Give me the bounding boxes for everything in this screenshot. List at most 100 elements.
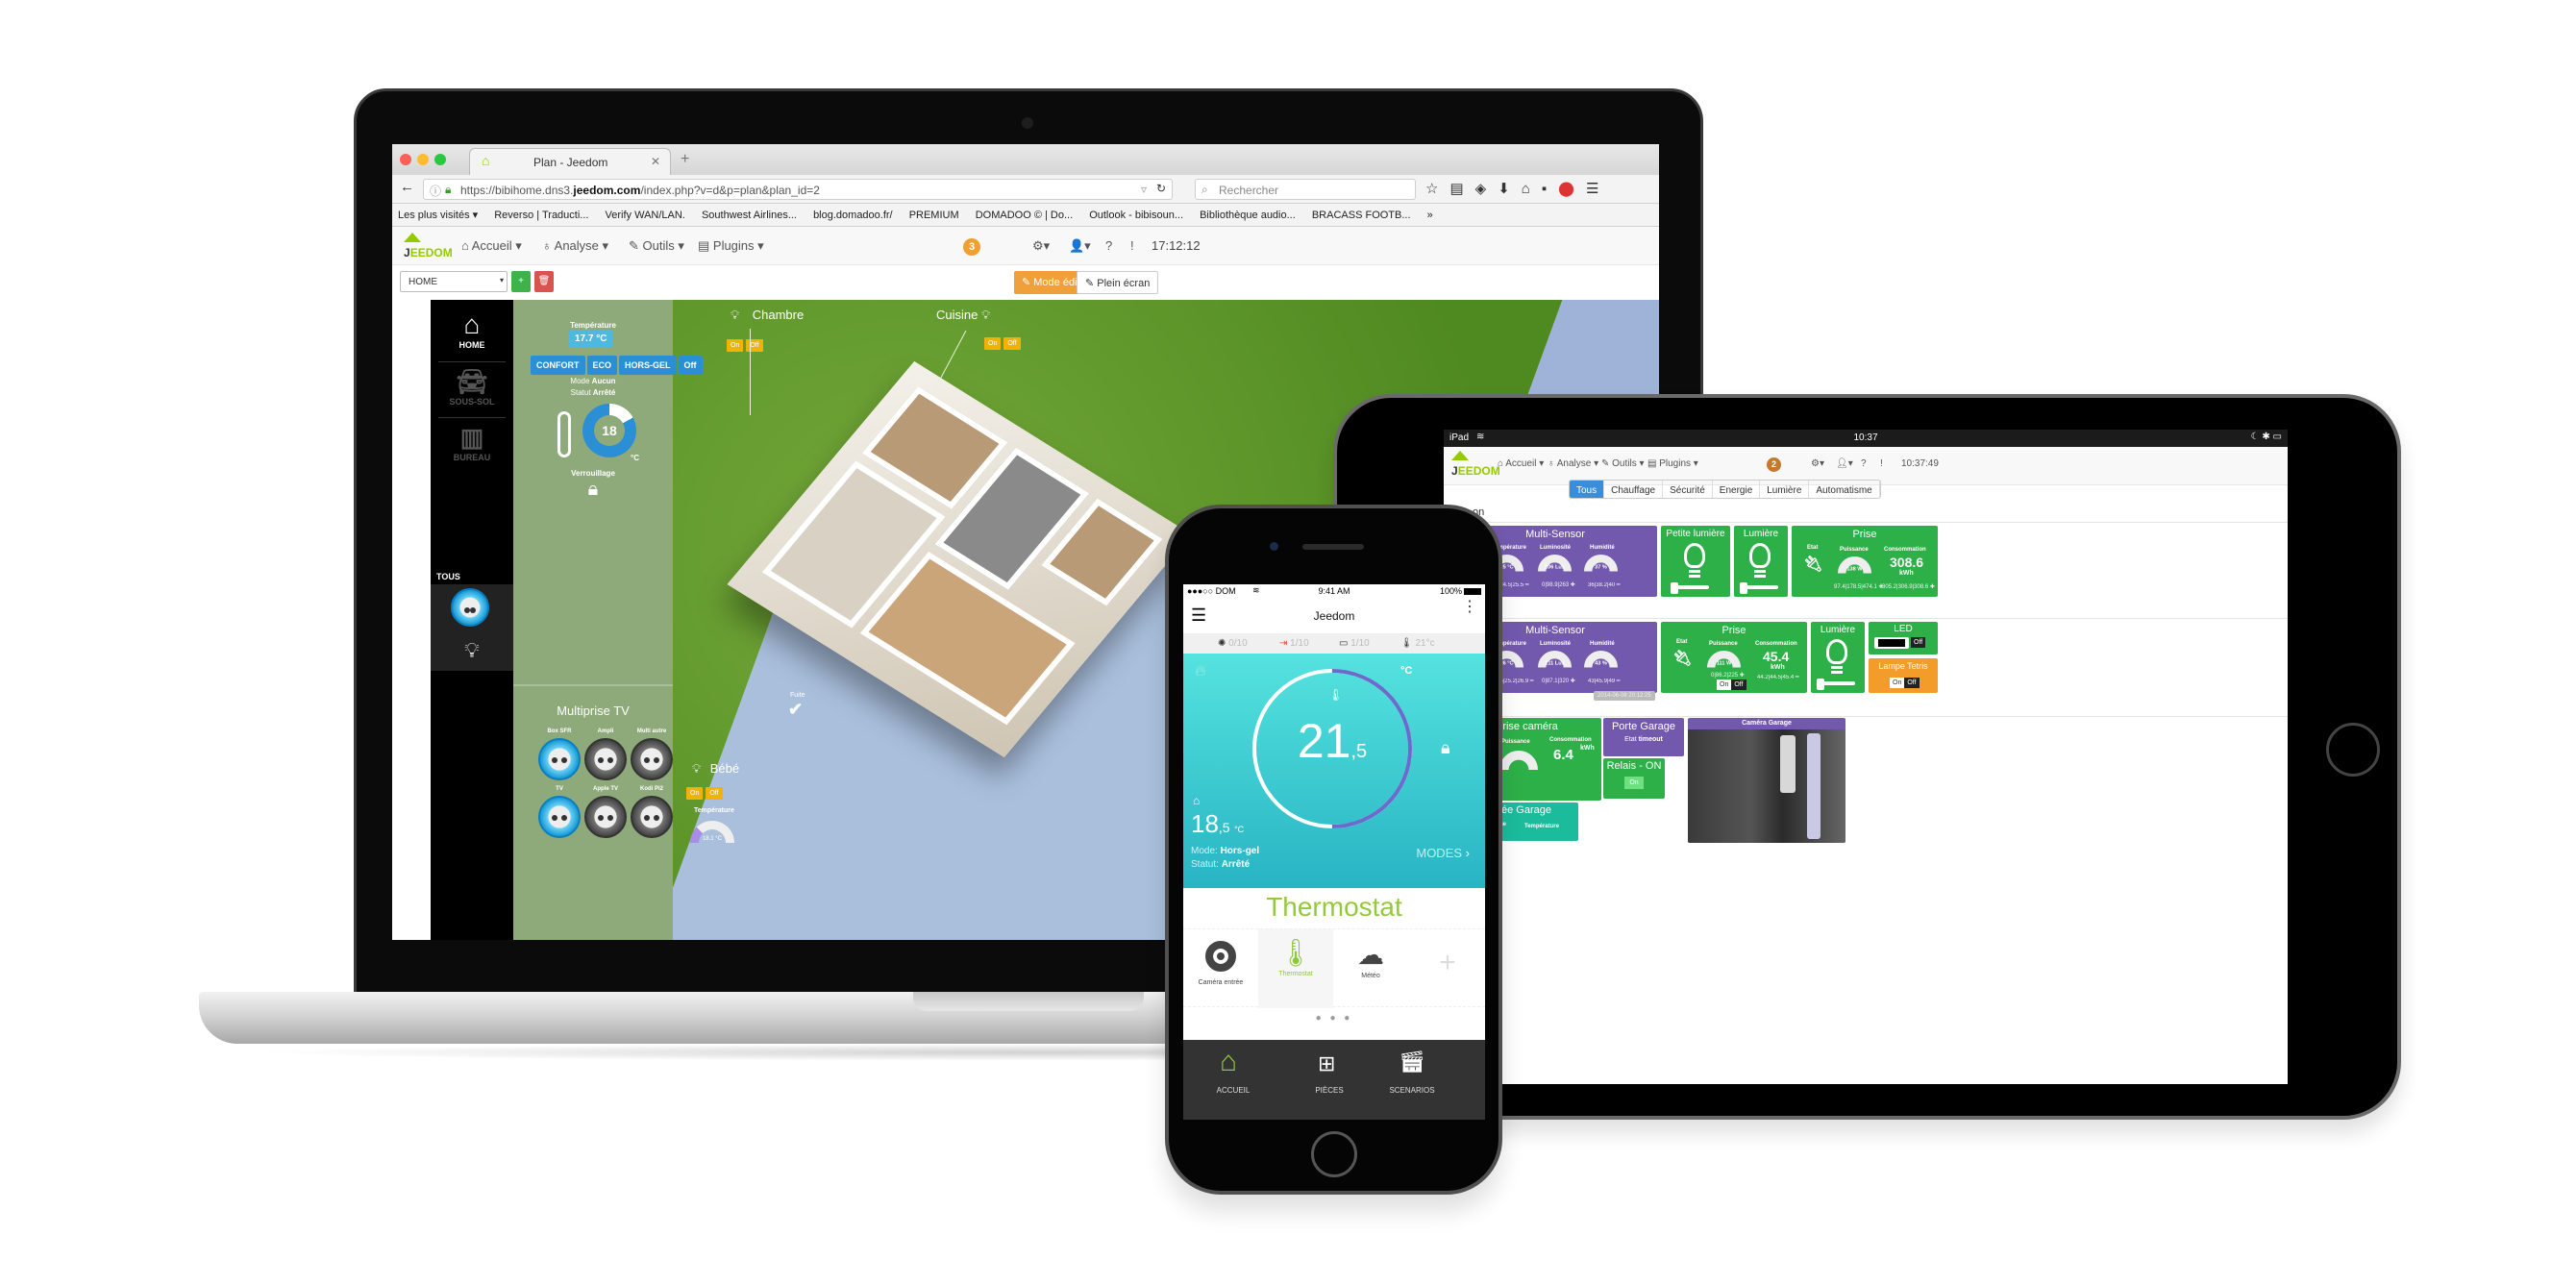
home-tab-icon[interactable]: ⌂ — [1220, 1046, 1237, 1078]
side-outlet-item[interactable] — [431, 584, 513, 632]
mode-confort-button[interactable]: CONFORT — [531, 356, 585, 375]
led-color-picker[interactable] — [1874, 637, 1909, 649]
plan-select[interactable]: HOME ▾ — [400, 271, 508, 292]
light-bulb-icon[interactable]: 💡︎ — [981, 308, 990, 322]
brightness-slider[interactable] — [1817, 679, 1855, 690]
close-tab-icon[interactable]: ✕ — [651, 155, 660, 168]
settings-gear-icon[interactable]: ⚙▾ — [1811, 458, 1824, 469]
filter-energie[interactable]: Energie — [1713, 481, 1761, 498]
clapperboard-icon[interactable]: 🎬︎ — [1399, 1049, 1425, 1074]
prise-tile[interactable]: Prise Etat 🔌︎ Puissance 138 W 97.4|178.5… — [1792, 526, 1938, 597]
minimize-window-button[interactable] — [417, 154, 429, 165]
camera-feed[interactable] — [1688, 729, 1845, 843]
chambre-on-button[interactable]: On — [727, 339, 744, 352]
filter-securite[interactable]: Sécurité — [1663, 481, 1713, 498]
help-icon[interactable]: ? — [1105, 238, 1112, 253]
bookmark-item[interactable]: Reverso | Traducti... — [494, 210, 588, 221]
cuisine-off-button[interactable]: Off — [1003, 337, 1021, 350]
new-tab-button[interactable]: + — [681, 151, 689, 168]
user-icon[interactable]: 👤︎▾ — [1836, 458, 1853, 469]
outlet-toggle[interactable] — [538, 796, 581, 838]
bookmark-item[interactable]: Outlook - bibisoun... — [1089, 210, 1183, 221]
brightness-slider[interactable] — [1740, 582, 1778, 594]
more-options-icon[interactable]: ⋮ — [1462, 600, 1477, 615]
download-icon[interactable]: ⬇ — [1498, 181, 1522, 197]
notification-badge[interactable]: 2 — [1767, 457, 1781, 472]
chambre-off-button[interactable]: Off — [746, 339, 763, 352]
mode-eco-button[interactable]: ECO — [586, 356, 618, 375]
side-nav-sous-sol[interactable]: 🚘︎ SOUS-SOL — [431, 367, 513, 407]
relais-tile[interactable]: Relais - ON On — [1603, 758, 1665, 799]
page-indicator[interactable]: ● ● ● — [1183, 1013, 1485, 1024]
close-window-button[interactable] — [400, 154, 411, 165]
bookmark-item[interactable]: blog.domadoo.fr/ — [813, 210, 893, 221]
extension-icon[interactable]: ▪ — [1542, 181, 1558, 197]
user-icon[interactable]: 👤▾ — [1069, 238, 1091, 254]
alert-icon[interactable]: ! — [1880, 458, 1883, 469]
filter-tous[interactable]: Tous — [1570, 481, 1605, 498]
outlet-toggle[interactable] — [631, 738, 673, 780]
bookmarks-overflow-button[interactable]: » — [1427, 210, 1433, 221]
bookmark-star-icon[interactable]: ☆ — [1425, 181, 1449, 197]
filter-automatisme[interactable]: Automatisme — [1809, 481, 1880, 498]
led-tile[interactable]: LED Off — [1869, 622, 1938, 654]
menu-analyse[interactable]: ♁ Analyse ▾ — [542, 238, 608, 254]
maximize-window-button[interactable] — [434, 154, 446, 165]
pocket-icon[interactable]: ◈ — [1475, 181, 1499, 197]
phone-home-button[interactable] — [1311, 1131, 1357, 1177]
info-icon[interactable]: ⓘ — [430, 183, 441, 199]
bookmark-item[interactable]: Bibliothèque audio... — [1200, 210, 1296, 221]
prise-on-button[interactable]: On — [1717, 679, 1732, 690]
side-nav-tous[interactable]: TOUS — [431, 572, 513, 581]
outlet-toggle[interactable] — [631, 796, 673, 838]
url-bar[interactable]: ⓘ 🔒︎ https://bibihome.dns3.jeedom.com/in… — [423, 179, 1173, 200]
add-plan-button[interactable]: + — [511, 271, 531, 292]
fullscreen-button[interactable]: ✎ Plein écran — [1077, 271, 1159, 294]
petite-lumiere-tile[interactable]: Petite lumière — [1661, 526, 1730, 597]
tab-scenarios[interactable]: SCENARIOS — [1374, 1086, 1450, 1095]
side-nav-bureau[interactable]: ▥ BUREAU — [431, 423, 513, 462]
brightness-slider[interactable] — [1671, 582, 1709, 594]
outlet-toggle[interactable] — [584, 796, 627, 838]
jeedom-logo[interactable]: JEEDOM — [1451, 451, 1500, 478]
bebe-off-button[interactable]: Off — [706, 787, 723, 800]
light-bulb-icon[interactable]: 💡︎ — [731, 308, 739, 322]
porte-garage-tile[interactable]: Porte Garage Etat timeout — [1603, 718, 1684, 756]
cuisine-on-button[interactable]: On — [984, 337, 1002, 350]
back-icon[interactable]: ← — [400, 179, 414, 195]
help-icon[interactable]: ? — [1861, 458, 1867, 469]
lampe-off-button[interactable]: Off — [1904, 678, 1920, 688]
padlock-icon[interactable]: 🔒︎ — [513, 479, 673, 501]
bookmark-item[interactable]: DOMADOO © | Do... — [976, 210, 1073, 221]
menu-accueil[interactable]: ⌂ Accueil ▾ — [1498, 458, 1544, 469]
outlet-toggle[interactable] — [538, 738, 581, 780]
mode-off-button[interactable]: Off — [678, 356, 703, 375]
add-card-button[interactable]: + — [1410, 929, 1485, 1008]
tab-accueil[interactable]: ACCUEIL — [1195, 1086, 1272, 1095]
relais-on-button[interactable]: On — [1624, 777, 1644, 789]
menu-outils[interactable]: ✎ Outils ▾ — [629, 238, 684, 254]
jeedom-logo[interactable]: JEEDOM — [404, 233, 453, 259]
search-input[interactable]: ⌕ Rechercher — [1195, 179, 1416, 200]
light-bulb-icon[interactable]: 💡︎ — [431, 632, 513, 671]
card-meteo[interactable]: ☁ Météo — [1333, 929, 1408, 1008]
light-bulb-icon[interactable]: 💡︎ — [692, 761, 701, 776]
card-thermostat[interactable]: 🌡︎ Thermostat — [1258, 929, 1333, 1008]
dropdown-history-icon[interactable]: ▿ — [1141, 183, 1147, 196]
bookmark-item[interactable]: Verify WAN/LAN. — [606, 210, 685, 221]
filter-chauffage[interactable]: Chauffage — [1604, 481, 1664, 498]
home-icon[interactable]: ⌂ — [1522, 181, 1542, 197]
menu-plugins[interactable]: ▤ Plugins ▾ — [1647, 458, 1698, 469]
tab-pieces[interactable]: PIÈCES — [1291, 1086, 1368, 1095]
reload-icon[interactable]: ↻ — [1156, 182, 1166, 195]
adblock-icon[interactable]: ⬤ — [1558, 181, 1586, 197]
hamburger-menu-icon[interactable]: ☰ — [1586, 181, 1610, 197]
settings-gear-icon[interactable]: ⚙▾ — [1032, 238, 1050, 254]
bookmark-item[interactable]: PREMIUM — [909, 210, 959, 221]
menu-analyse[interactable]: ♁ Analyse ▾ — [1548, 458, 1598, 469]
mode-hors-gel-button[interactable]: HORS-GEL — [619, 356, 677, 375]
tablet-home-button[interactable] — [2326, 723, 2380, 777]
delete-plan-button[interactable]: 🗑 — [534, 271, 554, 292]
camera-garage-tile[interactable]: Caméra Garage — [1688, 718, 1845, 843]
bookmark-item[interactable]: Les plus visités ▾ — [398, 210, 478, 221]
